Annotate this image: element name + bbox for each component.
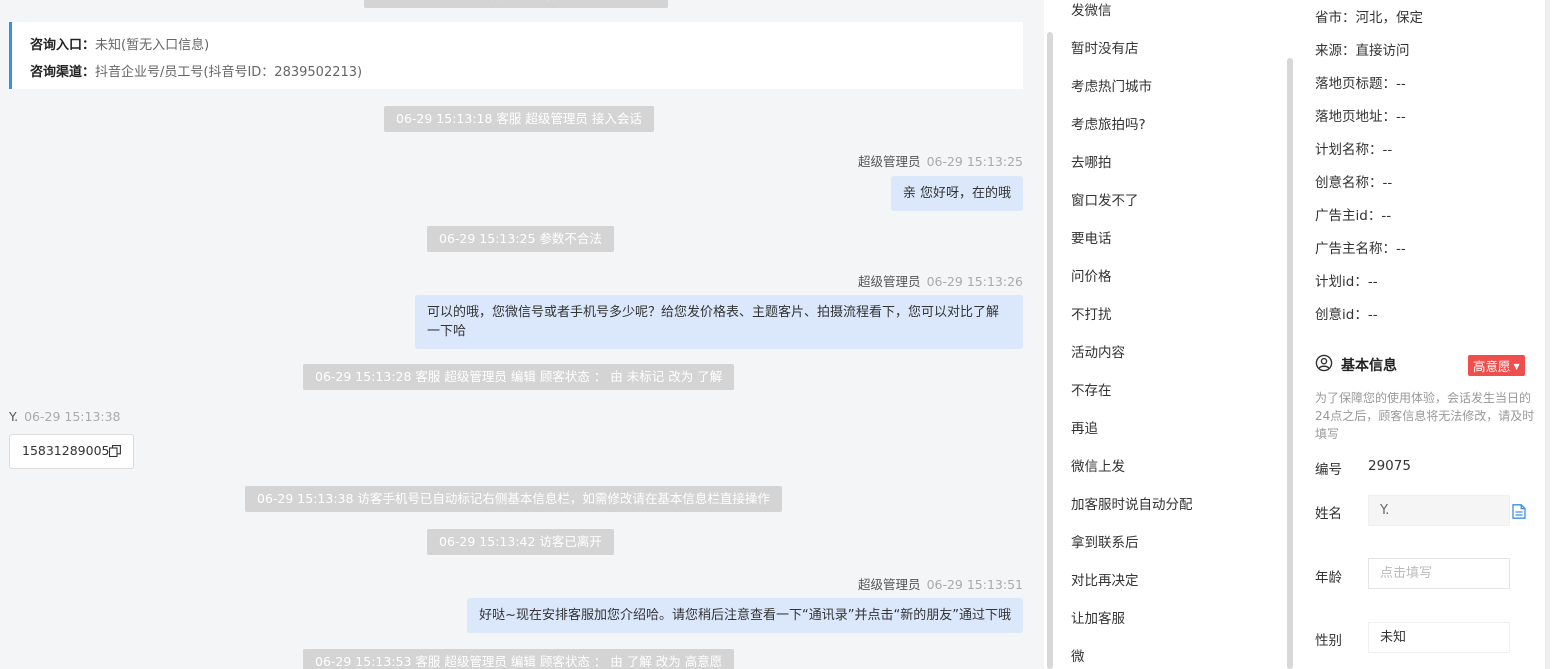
agent-message-bubble[interactable]: 可以的哦，您微信号或者手机号多少呢？给您发价格表、主题客片、拍摄流程看下，您可以… [415,295,1023,349]
system-message: 06-29 15:13:25 参数不合法 [427,226,614,252]
consult-entry-label: 咨询入口： [30,38,96,53]
agent-message-bubble[interactable]: 好哒~现在安排客服加您介绍哈。请您稍后注意查看一下“通讯录”并点击“新的朋友”通… [467,598,1023,633]
info-row-region: 省市：河北，保定 [1315,10,1423,26]
edit-document-icon[interactable] [1512,504,1526,523]
info-row-creative-id: 创意id：-- [1315,307,1378,323]
info-row-landing-title: 落地页标题：-- [1315,76,1406,92]
message-sender: 超级管理员 06-29 15:13:51 [858,574,1023,593]
quick-reply-item[interactable]: 让加客服 [1071,607,1125,627]
info-row-advertiser-id: 广告主id：-- [1315,208,1392,224]
customer-info-panel: 省市：河北，保定 来源：直接访问 落地页标题：-- 落地页地址：-- 计划名称：… [1297,0,1552,669]
info-row-landing-url: 落地页地址：-- [1315,109,1406,125]
system-message: 06-29 15:13:42 访客已离开 [427,529,614,555]
message-time: 06-29 15:13:26 [926,274,1023,289]
copy-icon[interactable] [109,445,122,460]
message-sender: 超级管理员 06-29 15:13:25 [858,151,1023,170]
customer-id-value: 29075 [1368,458,1411,474]
quick-reply-item[interactable]: 活动内容 [1071,341,1125,361]
system-message: 06-29 15:13:38 访客手机号已自动标记右侧基本信息栏，如需修改请在基… [245,486,782,512]
quick-reply-item[interactable]: 拿到联系后 [1071,531,1139,551]
consult-channel-value: 抖音企业号/员工号(抖音号ID：2839502213) [95,65,363,80]
gender-select[interactable]: 未知 [1368,622,1510,653]
quick-reply-item[interactable]: 考虑旅拍吗? [1071,113,1146,133]
quick-reply-scrollbar[interactable] [1287,58,1293,669]
info-row-source: 来源：直接访问 [1315,43,1410,59]
field-label-age: 年龄 [1315,570,1342,586]
quick-reply-item[interactable]: 发微信 [1071,0,1112,19]
quick-reply-item[interactable]: 不打扰 [1071,303,1112,323]
info-panel-scrollbar[interactable] [1545,0,1550,669]
section-title: 基本信息 [1341,358,1397,374]
quick-reply-item[interactable]: 要电话 [1071,227,1112,247]
sender-name: 超级管理员 [858,274,921,289]
name-field[interactable]: Y. [1368,495,1510,526]
field-label-id: 编号 [1315,462,1342,478]
sender-name: 超级管理员 [858,577,921,592]
quick-reply-item[interactable]: 考虑热门城市 [1071,75,1152,95]
field-label-name: 姓名 [1315,506,1342,522]
quick-reply-item[interactable]: 窗口发不了 [1071,189,1139,209]
info-row-plan-id: 计划id：-- [1315,274,1378,290]
age-field-wrapper [1368,558,1510,589]
quick-reply-item[interactable]: 问价格 [1071,265,1112,285]
consult-entry-row: 咨询入口：未知(暂无入口信息) [30,32,1005,59]
quick-reply-item[interactable]: 暂时没有店 [1071,37,1139,57]
quick-reply-list: 发微信 暂时没有店 考虑热门城市 考虑旅拍吗? 去哪拍 窗口发不了 要电话 问价… [1055,0,1295,669]
quick-reply-item[interactable]: 加客服时说自动分配 [1071,493,1193,513]
info-row-advertiser-name: 广告主名称：-- [1315,241,1406,257]
sender-name: 超级管理员 [858,154,921,169]
user-circle-icon [1315,354,1341,376]
quick-reply-item[interactable]: 对比再决定 [1071,569,1139,589]
quick-reply-item[interactable]: 微 [1071,645,1085,665]
visitor-phone: 15831289005 [22,443,110,458]
age-input[interactable] [1380,566,1498,581]
chat-panel: 06-29 15:13:18 访客进入 会话 咨询入口：未知(暂无入口信息) 咨… [0,0,1044,669]
info-row-creative-name: 创意名称：-- [1315,175,1393,191]
quick-reply-item[interactable]: 再追 [1071,417,1098,437]
message-time: 06-29 15:13:38 [24,409,121,424]
quick-reply-item[interactable]: 微信上发 [1071,455,1125,475]
consult-channel-row: 咨询渠道：抖音企业号/员工号(抖音号ID：2839502213) [30,59,1005,86]
field-label-gender: 性别 [1315,633,1342,649]
message-time: 06-29 15:13:51 [926,577,1023,592]
intent-status-dropdown[interactable]: 高意愿 ▼ [1468,355,1525,376]
quick-reply-item[interactable]: 去哪拍 [1071,151,1112,171]
visitor-name: Y. [9,409,19,424]
system-message: 06-29 15:13:18 访客进入 会话 [364,0,668,8]
message-time: 06-29 15:13:25 [926,154,1023,169]
system-message: 06-29 15:13:28 客服 超级管理员 编辑 顾客状态 ： 由 未标记 … [303,364,735,390]
quick-reply-item[interactable]: 不存在 [1071,379,1112,399]
system-message: 06-29 15:13:53 客服 超级管理员 编辑 顾客状态 ： 由 了解 改… [303,649,735,669]
message-sender: 超级管理员 06-29 15:13:26 [858,271,1023,290]
caret-down-icon: ▼ [1513,362,1520,371]
consult-entry-value: 未知(暂无入口信息) [95,38,210,53]
edit-notice: 为了保障您的使用体验，会话发生当日的24点之后，顾客信息将无法修改，请及时填写 [1315,391,1535,441]
system-message: 06-29 15:13:18 客服 超级管理员 接入会话 [384,106,654,132]
agent-message-bubble[interactable]: 亲 您好呀，在的哦 [890,176,1023,211]
info-row-plan-name: 计划名称：-- [1315,142,1393,158]
consult-info-card: 咨询入口：未知(暂无入口信息) 咨询渠道：抖音企业号/员工号(抖音号ID：283… [9,22,1023,89]
consult-channel-label: 咨询渠道： [30,65,96,80]
visitor-message-bubble[interactable]: 15831289005 [9,434,135,469]
intent-status-label: 高意愿 [1473,359,1511,374]
basic-info-header: 基本信息 [1315,354,1397,376]
visitor-sender: Y. 06-29 15:13:38 [9,409,121,424]
chat-scrollbar[interactable] [1047,32,1053,669]
